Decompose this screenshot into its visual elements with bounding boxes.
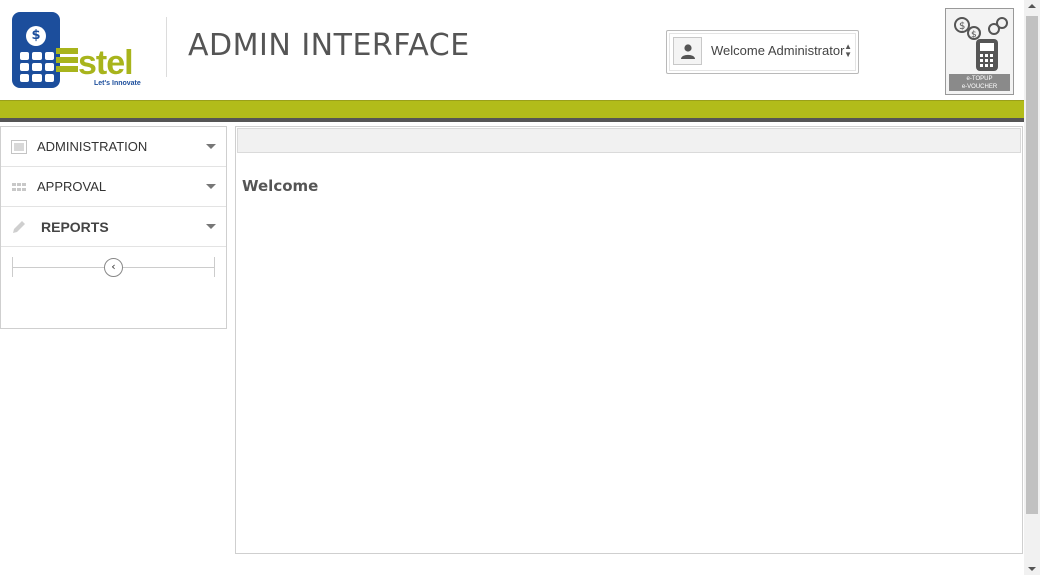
etopup-phone-icon: $ $ — [954, 17, 1008, 71]
dollar-icon: $ — [26, 26, 46, 46]
logo-text: stel — [78, 44, 134, 82]
sidebar-item-label: APPROVAL — [37, 179, 107, 194]
scroll-up-icon[interactable] — [1028, 4, 1036, 8]
select-arrows-icon: ▲ ▼ — [844, 42, 852, 59]
logo-bars — [56, 48, 78, 76]
etopup-badge: $ $ e-TOPUP e-VOUCHER — [945, 8, 1014, 95]
chevron-down-icon — [206, 184, 216, 189]
page: $ stel Let's Innovate ADMIN INTERFACE We… — [0, 0, 1040, 575]
svg-text:$: $ — [971, 30, 977, 40]
sidebar-item-label: REPORTS — [41, 219, 109, 235]
sidebar-item-administration[interactable]: ADMINISTRATION — [1, 127, 226, 167]
page-title: ADMIN INTERFACE — [188, 28, 470, 63]
svg-text:$: $ — [959, 21, 965, 32]
image-icon — [11, 140, 27, 154]
chevron-down-icon — [206, 144, 216, 149]
pencil-icon — [13, 221, 25, 233]
phone-logo-icon: $ — [12, 12, 60, 88]
sidebar-collapse-row: ‹ — [1, 247, 226, 289]
chevron-down-icon — [206, 224, 216, 229]
sidebar-item-label: ADMINISTRATION — [37, 139, 148, 154]
etopup-badge-label: e-TOPUP e-VOUCHER — [949, 74, 1010, 91]
sidebar: ADMINISTRATION APPROVAL REPORTS ‹ — [0, 126, 227, 329]
breadcrumb-bar — [237, 128, 1021, 153]
scrollbar-thumb[interactable] — [1026, 16, 1038, 514]
user-menu-label: Welcome Administrator — [711, 43, 845, 58]
keypad-icon — [20, 52, 54, 82]
vertical-scrollbar[interactable] — [1024, 0, 1040, 575]
scroll-down-icon[interactable] — [1028, 567, 1036, 571]
welcome-heading: Welcome — [242, 177, 319, 195]
user-avatar-icon — [673, 37, 702, 65]
logo-tagline: Let's Innovate — [94, 80, 141, 87]
header: $ stel Let's Innovate ADMIN INTERFACE We… — [0, 0, 1024, 101]
sidebar-collapse-button[interactable]: ‹ — [104, 258, 123, 277]
grid-icon — [12, 183, 26, 191]
main-content: Welcome — [235, 126, 1023, 554]
estel-logo[interactable]: $ stel Let's Innovate — [10, 10, 144, 90]
sidebar-item-approval[interactable]: APPROVAL — [1, 167, 226, 207]
header-divider — [166, 17, 167, 77]
user-menu-dropdown[interactable]: Welcome Administrator ▲ ▼ — [666, 30, 859, 74]
sidebar-item-reports[interactable]: REPORTS — [1, 207, 226, 247]
accent-bar — [0, 101, 1024, 122]
